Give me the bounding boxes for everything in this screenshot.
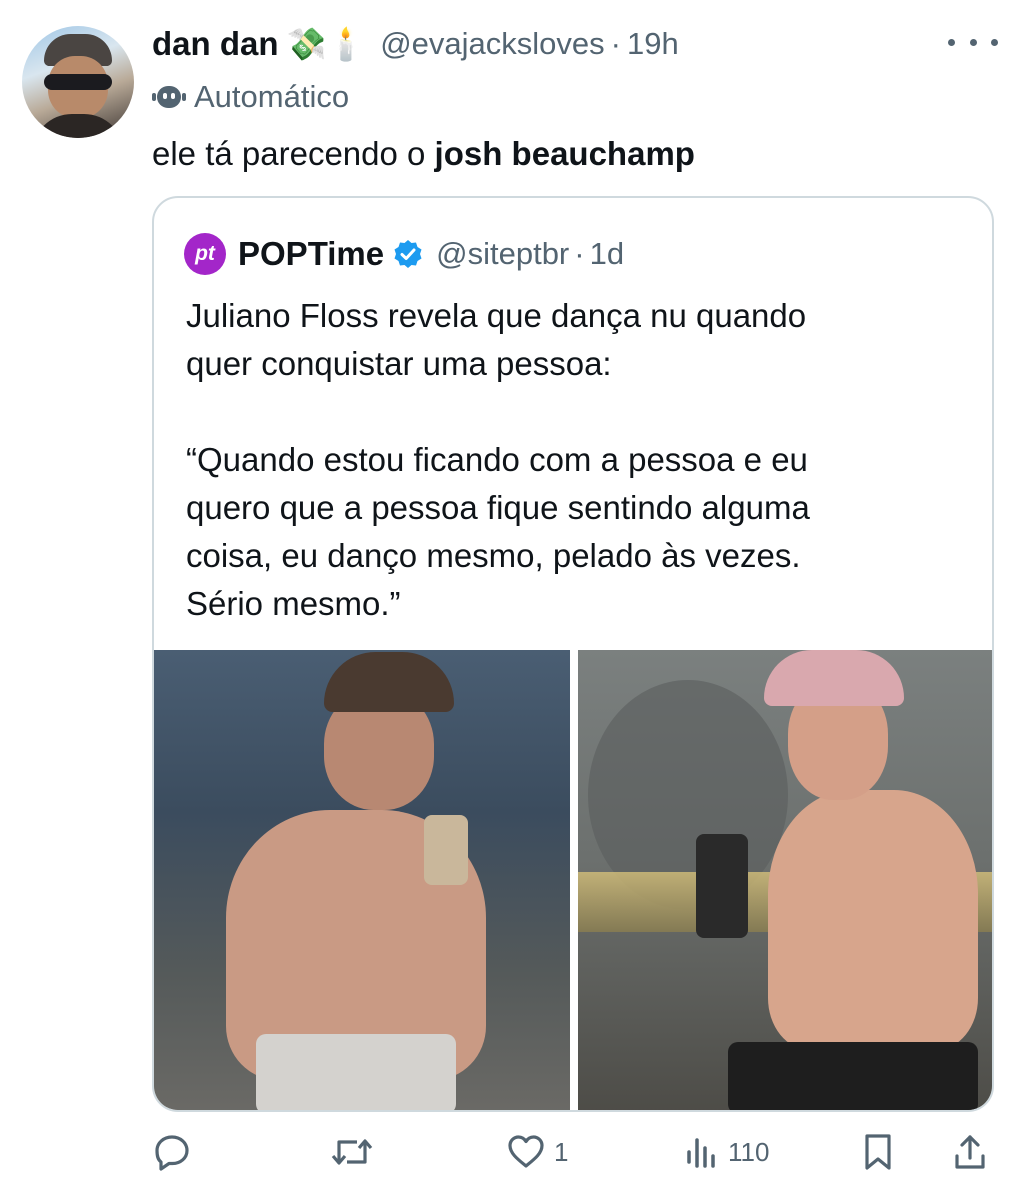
quoted-tweet-header: pt POPTime @siteptbr · 1d <box>184 232 624 276</box>
tweet-text: ele tá parecendo o josh beauchamp <box>152 134 695 174</box>
bot-icon <box>152 86 186 108</box>
quoted-media-grid <box>154 650 992 1110</box>
views-button[interactable]: 110 <box>684 1128 769 1176</box>
like-count: 1 <box>554 1136 569 1167</box>
quoted-author-name[interactable]: POPTime <box>238 235 384 273</box>
bookmark-icon <box>865 1134 891 1170</box>
retweet-icon <box>331 1139 373 1165</box>
quoted-text-line: Sério mesmo.” <box>186 585 401 622</box>
tweet-header: dan dan 💸🕯️ @evajacksloves · 19h <box>152 22 679 66</box>
views-icon <box>687 1138 715 1168</box>
reply-button[interactable] <box>152 1128 192 1176</box>
bookmark-button[interactable] <box>860 1128 896 1176</box>
quoted-text-line: Juliano Floss revela que dança nu quando <box>186 297 807 334</box>
separator-dot: · <box>610 26 621 61</box>
tweet-action-bar: 1 110 <box>152 1128 994 1176</box>
verified-badge-icon <box>394 240 422 268</box>
like-button[interactable]: 1 <box>506 1128 568 1176</box>
retweet-button[interactable] <box>330 1128 374 1176</box>
more-options-icon[interactable] <box>948 30 998 54</box>
quoted-tweet-card[interactable]: pt POPTime @siteptbr · 1d Juliano Floss … <box>152 196 994 1112</box>
share-icon <box>955 1135 985 1169</box>
quoted-tweet-text: Juliano Floss revela que dança nu quando… <box>186 292 976 628</box>
share-button[interactable] <box>952 1128 988 1176</box>
automated-label-text: Automático <box>194 79 350 114</box>
tweet-text-plain: ele tá parecendo o <box>152 135 435 172</box>
quoted-author-logo[interactable]: pt <box>184 233 226 275</box>
quoted-text-line: quer conquistar uma pessoa: <box>186 345 612 382</box>
quoted-text-line: “Quando estou ficando com a pessoa e eu <box>186 441 808 478</box>
tweet-time[interactable]: 19h <box>627 26 679 62</box>
quoted-text-line: quero que a pessoa fique sentindo alguma <box>186 489 810 526</box>
quoted-photo-2[interactable] <box>578 650 992 1110</box>
quoted-tweet-time[interactable]: 1d <box>590 236 624 272</box>
author-avatar[interactable] <box>22 26 134 138</box>
author-name[interactable]: dan dan <box>152 25 279 63</box>
tweet-text-bold: josh beauchamp <box>434 135 695 172</box>
automated-account-label: Automático <box>152 78 349 116</box>
author-emoji: 💸🕯️ <box>286 26 367 62</box>
quoted-text-line: coisa, eu danço mesmo, pelado às vezes. <box>186 537 801 574</box>
author-handle[interactable]: @evajacksloves <box>380 26 604 62</box>
reply-icon <box>155 1135 189 1171</box>
quoted-photo-1[interactable] <box>154 650 570 1110</box>
views-count: 110 <box>728 1136 770 1167</box>
quoted-separator-dot: · <box>574 236 585 271</box>
heart-icon <box>508 1135 544 1168</box>
quoted-author-handle[interactable]: @siteptbr <box>436 236 569 272</box>
